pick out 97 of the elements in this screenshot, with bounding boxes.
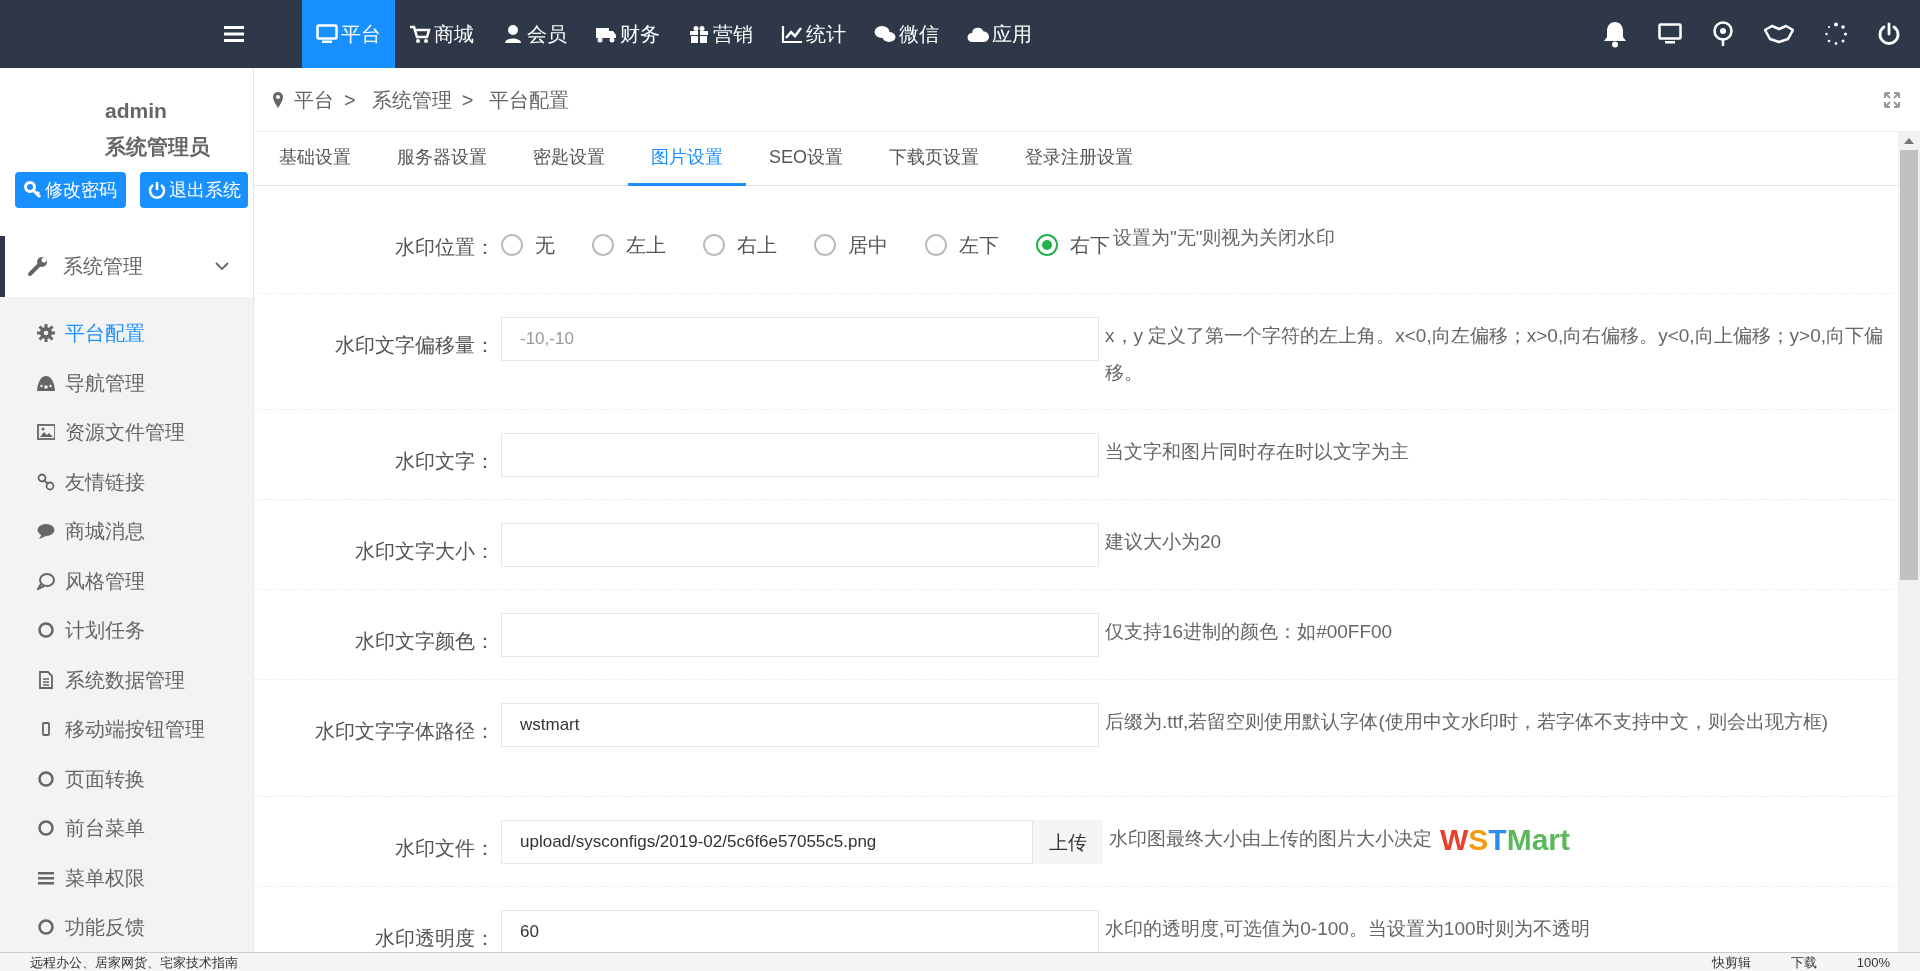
sidebar-item[interactable]: 前台菜单 — [0, 803, 253, 853]
cart-icon — [409, 24, 431, 44]
tab[interactable]: 下载页设置 — [866, 132, 1002, 186]
sidebar-item[interactable]: 系统数据管理 — [0, 655, 253, 705]
nav-tab[interactable]: 会员 — [488, 0, 581, 68]
nav-tab[interactable]: 营销 — [674, 0, 767, 68]
breadcrumb-link[interactable]: 平台 — [294, 84, 334, 115]
status-text: 远程办公、居家网货、宅家技术指南 — [30, 953, 238, 971]
status-item[interactable]: 100% — [1856, 953, 1890, 971]
fullscreen-icon[interactable] — [1884, 91, 1900, 108]
breadcrumb-separator: > — [461, 87, 474, 113]
sidebar-item[interactable]: 计划任务 — [0, 605, 253, 655]
field-label: 水印文字颜色： — [354, 629, 496, 654]
document-icon — [37, 670, 55, 689]
radio-option[interactable]: 右下 — [1036, 230, 1110, 260]
user-name: admin — [105, 98, 167, 124]
image-icon — [37, 423, 55, 442]
breadcrumb-link[interactable]: 平台配置 — [489, 84, 570, 115]
link-icon — [37, 472, 55, 491]
tab[interactable]: SEO设置 — [746, 132, 866, 186]
user-icon — [502, 24, 524, 44]
sidebar-item[interactable]: 功能反馈 — [0, 902, 253, 952]
radio-option[interactable]: 左上 — [592, 230, 666, 260]
help-text: 水印的透明度,可选值为0-100。当设置为100时则为不透明 — [1105, 917, 1591, 941]
input-field[interactable]: upload/sysconfigs/2019-02/5c6f6e57055c5.png — [501, 820, 1033, 864]
tab[interactable]: 基础设置 — [256, 132, 374, 186]
field-label: 水印透明度： — [374, 926, 496, 951]
circle-icon — [37, 819, 55, 838]
speech-bubble-icon — [37, 522, 55, 541]
status-item[interactable]: 快剪辑 — [1711, 953, 1751, 971]
sidebar-item[interactable]: 商城消息 — [0, 506, 253, 556]
field-label: 水印文字： — [394, 449, 496, 474]
nav-tab[interactable]: 统计 — [767, 0, 860, 68]
bell-icon[interactable] — [1602, 20, 1628, 48]
sidebar-item[interactable]: 友情链接 — [0, 457, 253, 507]
tab[interactable]: 登录注册设置 — [1002, 132, 1156, 186]
help-text: 建议大小为20 — [1105, 530, 1223, 554]
radio-option[interactable]: 无 — [501, 230, 555, 260]
field-label: 水印位置： — [394, 235, 496, 260]
monitor-icon[interactable] — [1658, 23, 1682, 45]
status-item[interactable]: 下载 — [1790, 953, 1817, 971]
field-label: 水印文件： — [394, 836, 496, 861]
help-text: x，y 定义了第一个字符的左上角。x<0,向左偏移；x>0,向右偏移。y<0,向上偏移；y>0,向下偏移。 — [1105, 324, 1885, 385]
upload-button[interactable]: 上传 — [1033, 820, 1103, 864]
sidebar-item[interactable]: 菜单权限 — [0, 853, 253, 903]
input-field[interactable] — [501, 433, 1099, 477]
gift-icon — [688, 24, 710, 44]
input-field[interactable] — [501, 523, 1099, 567]
circle-icon — [37, 918, 55, 937]
help-text: 当文字和图片同时存在时以文字为主 — [1105, 440, 1410, 464]
input-field[interactable]: -10,-10 — [501, 317, 1099, 361]
field-label: 水印文字字体路径： — [314, 719, 496, 744]
scrollbar[interactable] — [1898, 132, 1920, 952]
nav-tab[interactable]: 财务 — [581, 0, 674, 68]
chat-bubbles-icon — [874, 24, 896, 44]
user-role: 系统管理员 — [105, 134, 210, 160]
sidebar-item[interactable]: 移动端按钮管理 — [0, 704, 253, 754]
circle-icon — [37, 621, 55, 640]
breadcrumb-separator: > — [344, 87, 356, 113]
help-text: 水印图最终大小由上传的图片大小决定 — [1109, 827, 1432, 851]
power-icon[interactable] — [1878, 22, 1900, 46]
gear-icon — [37, 324, 55, 343]
line-chart-icon — [781, 24, 803, 44]
nav-tab[interactable]: 微信 — [860, 0, 953, 68]
field-label: 水印文字大小： — [354, 539, 496, 564]
circle-icon — [37, 769, 55, 788]
monitor-icon — [316, 24, 338, 44]
map-pin-icon — [272, 90, 284, 109]
speech-bubble-outline-icon — [37, 571, 55, 590]
spinner-icon[interactable] — [1824, 22, 1848, 46]
breadcrumb-link[interactable]: 系统管理 — [371, 84, 452, 115]
nav-tab[interactable]: 商城 — [395, 0, 488, 68]
radio-option[interactable]: 左下 — [925, 230, 999, 260]
location-icon[interactable] — [1712, 21, 1734, 47]
wrench-icon — [27, 255, 49, 278]
menu-icon[interactable] — [224, 25, 244, 43]
input-field[interactable] — [501, 613, 1099, 657]
nav-tab[interactable]: 应用 — [953, 0, 1046, 68]
radio-option[interactable]: 居中 — [814, 230, 888, 260]
sidebar-item[interactable]: 导航管理 — [0, 358, 253, 408]
logo: WSTMart — [1440, 822, 1571, 858]
tab[interactable]: 服务器设置 — [374, 132, 510, 186]
scroll-up-arrow-icon[interactable] — [1904, 138, 1914, 144]
key-icon — [24, 181, 42, 199]
sidebar-item[interactable]: 资源文件管理 — [0, 407, 253, 457]
field-label: 水印文字偏移量： — [334, 333, 496, 358]
help-text: 后缀为.ttf,若留空则使用默认字体(使用中文水印时，若字体不支持中文，则会出现方框) — [1105, 710, 1830, 734]
sidebar-item[interactable]: 风格管理 — [0, 556, 253, 606]
radio-option[interactable]: 右上 — [703, 230, 777, 260]
input-field[interactable]: wstmart — [501, 703, 1099, 747]
input-field[interactable]: 60 — [501, 910, 1099, 954]
sidebar-group-label: 系统管理 — [63, 254, 144, 280]
help-text: 设置为"无"则视为关闭水印 — [1113, 226, 1336, 250]
help-text: 仅支持16进制的颜色：如#00FF00 — [1105, 620, 1394, 644]
power-icon — [147, 181, 166, 199]
tab[interactable]: 密匙设置 — [510, 132, 628, 186]
sidebar-item[interactable]: 页面转换 — [0, 754, 253, 804]
